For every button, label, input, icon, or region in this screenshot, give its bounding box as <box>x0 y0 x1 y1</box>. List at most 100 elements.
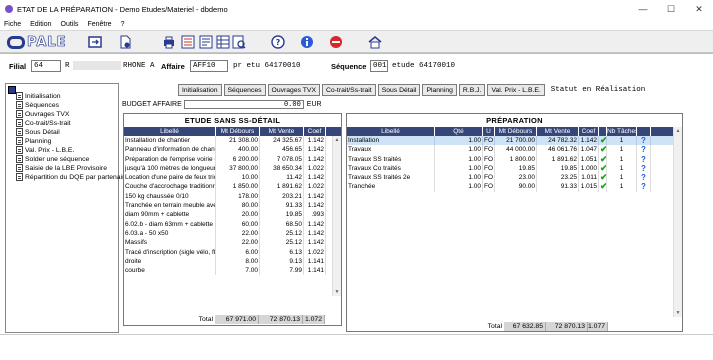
menu-outils[interactable]: Outils <box>57 21 84 28</box>
sequence-code-field[interactable]: 001 <box>370 60 388 72</box>
table-row[interactable]: Travaux 1.00 FO 44 000.00 46 061.76 1.047 ✔ 1? <box>347 145 682 155</box>
minimize-button[interactable]: — <box>629 0 657 18</box>
col-mt-vente[interactable]: Mt Vente <box>260 127 304 136</box>
col-libelle[interactable]: Libellé <box>124 127 216 136</box>
table-cell: Travaux <box>347 145 435 155</box>
help-icon[interactable]: ? <box>637 173 651 183</box>
col-coef[interactable]: Coef <box>579 127 599 136</box>
table-row[interactable]: droite 8.00 9.13 1.141 <box>124 256 341 267</box>
preview-icon[interactable] <box>232 35 246 49</box>
help-icon[interactable]: ? <box>637 182 651 192</box>
maximize-button[interactable]: ☐ <box>657 0 685 18</box>
table-row[interactable]: Panneau d'information de chant 400.00 456.… <box>124 145 341 155</box>
table-cell: 1 891.62 <box>260 182 304 192</box>
tree-item-sous-detail[interactable]: Sous Détail <box>16 128 60 136</box>
table-row[interactable]: Massifs 22.00 25.12 1.142 <box>124 238 341 248</box>
table-row[interactable]: 6.03.a - 50 x50 22.00 25.12 1.142 <box>124 228 341 239</box>
menu-edition[interactable]: Edition <box>26 21 56 28</box>
col-qte[interactable]: Qté <box>435 127 483 136</box>
table-row[interactable]: Travaux Co traités 1.00 FO 19.85 19.85 1.000 ✔… <box>347 163 682 174</box>
help-icon[interactable]: ? <box>637 163 651 174</box>
table-cell: Travaux Co traités <box>347 163 435 174</box>
tree-item-val-prix[interactable]: Val. Prix - L.B.E. <box>16 146 74 154</box>
table-row[interactable]: Travaux SS traités 1.00 FO 1 800.00 1 891.62… <box>347 154 682 164</box>
table-cell: 90.00 <box>495 182 537 192</box>
home-icon[interactable] <box>368 35 382 49</box>
info-icon[interactable] <box>300 35 314 49</box>
menu-fenetre[interactable]: Fenêtre <box>83 21 116 28</box>
table-row[interactable]: Installation 1.00 FO 21 700.00 24 782.32 1.14… <box>347 136 682 146</box>
table-cell: 1 800.00 <box>495 154 537 164</box>
help-icon[interactable]: ? <box>637 154 651 164</box>
col-mt-debours[interactable]: Mt Débours <box>495 127 537 136</box>
close-button[interactable]: ✕ <box>685 0 713 18</box>
table-cell: droite <box>124 256 216 267</box>
tree-item-repartition-dqe[interactable]: Répartition du DQE par partenaire <box>16 173 128 181</box>
table-row[interactable]: Installation de chantier 21 308.00 24 325.… <box>124 136 341 146</box>
report-icon[interactable] <box>199 35 213 49</box>
menu-fiche[interactable]: Fiche <box>0 21 26 28</box>
col-libelle[interactable]: Libellé <box>347 127 435 136</box>
table-row[interactable]: courbe 7.00 7.99 1.141 <box>124 266 341 276</box>
table-cell: 19.85 <box>260 210 304 220</box>
col-nb-taches[interactable]: Nb Tâches <box>607 127 637 136</box>
sequence-text: etude 64170010 <box>392 62 456 70</box>
table-cell: 178.00 <box>216 191 260 202</box>
table-cell: 1.022 <box>304 163 326 174</box>
initialisation-button[interactable]: Initialisation <box>178 84 222 96</box>
tree-item-saisie-lbe[interactable]: Saisie de la LBE Provisoire <box>16 164 107 172</box>
col-mt-debours[interactable]: Mt Débours <box>216 127 260 136</box>
filiale-code-field[interactable]: 64 <box>31 60 61 72</box>
table-row[interactable]: jusqu'à 100 mètres de longueur 37 800.00 3… <box>124 163 341 174</box>
menu-help[interactable]: ? <box>117 21 130 28</box>
ouvrages-tvx-button[interactable]: Ouvrages TVX <box>267 84 320 96</box>
col-u[interactable]: U <box>483 127 495 136</box>
table-row[interactable]: diam 90mm + cablette 20.00 19.85.993 <box>124 210 341 220</box>
table-cell: 1.141 <box>304 266 326 276</box>
budget-field[interactable]: 0.00 <box>183 100 304 109</box>
tree-root-icon[interactable] <box>8 86 16 94</box>
tree-item-planning[interactable]: Planning <box>16 137 51 145</box>
val-prix-button[interactable]: Val. Prix - L.B.E. <box>487 84 545 96</box>
sequences-button[interactable]: Séquences <box>223 84 266 96</box>
exit-icon[interactable] <box>88 35 102 49</box>
table-row[interactable]: Location d'une paire de feux tric 10.00 11… <box>124 173 341 183</box>
table-row[interactable]: Couche d'accrochage traditionr 1 850.00 1 … <box>124 182 341 192</box>
affaire-code-field[interactable]: AFF10 <box>190 60 228 72</box>
check-icon: ✔ <box>600 145 607 155</box>
table-icon[interactable] <box>216 35 230 49</box>
list-icon[interactable] <box>181 35 195 49</box>
help-icon[interactable]: ? <box>637 136 651 146</box>
col-status[interactable] <box>599 127 607 136</box>
etude-grid-total-row: Total 67 971.00 72 870.13 1.072 <box>123 315 325 324</box>
table-row[interactable]: 6.02.b - diam 63mm + cablette 60.00 68.50 1… <box>124 219 341 229</box>
print-icon[interactable] <box>162 35 176 49</box>
table-row[interactable]: Tracé d'inscription (sigle vélo, fl 6.00 6… <box>124 247 341 257</box>
rbj-button[interactable]: R.B.J. <box>458 84 486 96</box>
sous-detail-button[interactable]: Sous Détail <box>377 84 421 96</box>
col-help[interactable] <box>637 127 651 136</box>
table-row[interactable]: 150 kg chaussée 0/10 178.00 203.21 1.142 <box>124 191 341 202</box>
table-cell: FO <box>484 173 495 183</box>
table-row[interactable]: Travaux SS traités 2e 1.00 FO 23.00 23.25 1.0… <box>347 173 682 183</box>
help-icon[interactable]: ? <box>271 35 285 49</box>
tree-item-cotrait[interactable]: Co-trait/Ss-trait <box>16 119 71 127</box>
cotrait-button[interactable]: Co-trait/Ss-trait <box>321 84 376 96</box>
tree-item-initialisation[interactable]: Initialisation <box>16 92 61 100</box>
table-cell: 1.142 <box>304 191 326 202</box>
preparation-grid-scrollbar[interactable]: ▲ ▼ <box>673 127 682 317</box>
help-icon[interactable]: ? <box>637 145 651 155</box>
table-cell: Couche d'accrochage traditionr <box>125 182 216 192</box>
etude-grid-scrollbar[interactable]: ▲ ▼ <box>332 136 341 296</box>
tree-item-ouvrages-tvx[interactable]: Ouvrages TVX <box>16 110 69 118</box>
stop-icon[interactable] <box>329 35 343 49</box>
col-mt-vente[interactable]: Mt Vente <box>537 127 579 136</box>
table-row[interactable]: Tranchée en terrain meuble ave 80.00 91.33… <box>124 201 341 211</box>
new-document-icon[interactable] <box>118 35 132 49</box>
col-coef[interactable]: Coef <box>304 127 326 136</box>
tree-item-solder-sequence[interactable]: Solder une séquence <box>16 155 89 163</box>
table-row[interactable]: Tranchée 1.00 FO 90.00 91.33 1.015 ✔ 1? <box>347 182 682 192</box>
table-row[interactable]: Préparation de l'emprise voirie -6 200.0… <box>124 154 341 164</box>
planning-button[interactable]: Planning <box>422 84 457 96</box>
tree-item-sequences[interactable]: Séquences <box>16 101 59 109</box>
